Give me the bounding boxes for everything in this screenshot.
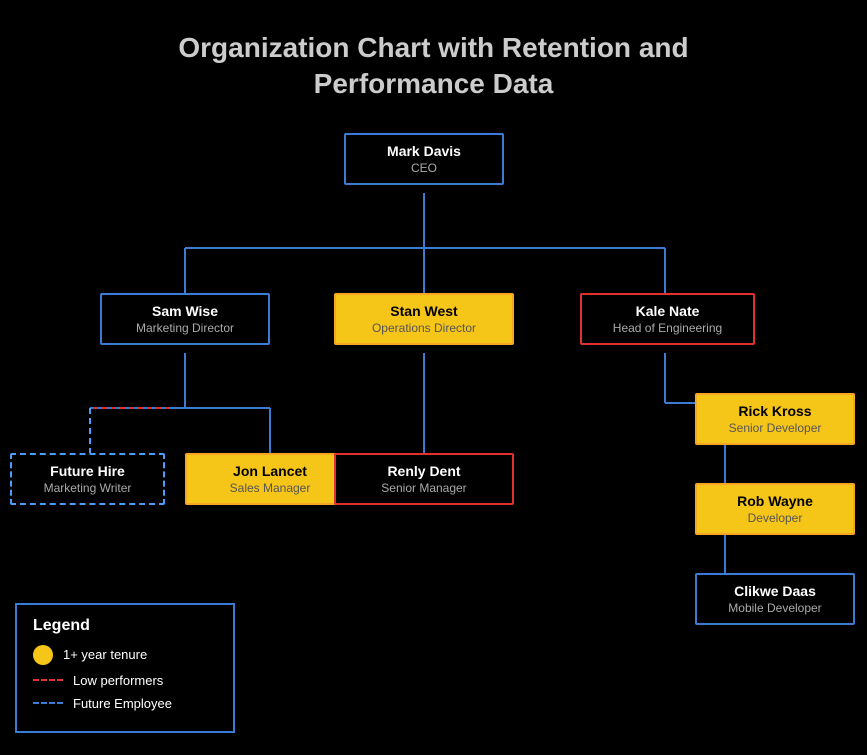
legend-title: Legend (33, 617, 217, 635)
node-sam-wise: Sam Wise Marketing Director (100, 293, 270, 345)
legend: Legend 1+ year tenure Low performers Fut… (15, 603, 235, 733)
legend-dashed-blue-icon (33, 702, 63, 704)
legend-item-future: Future Employee (33, 696, 217, 711)
legend-item-low-performers: Low performers (33, 673, 217, 688)
node-kale-nate: Kale Nate Head of Engineering (580, 293, 755, 345)
node-future-hire: Future Hire Marketing Writer (10, 453, 165, 505)
node-rick-kross: Rick Kross Senior Developer (695, 393, 855, 445)
page-title: Organization Chart with Retention andPer… (0, 0, 867, 103)
node-jon-lancet: Jon Lancet Sales Manager (185, 453, 355, 505)
node-stan-west: Stan West Operations Director (334, 293, 514, 345)
node-clikwe-daas: Clikwe Daas Mobile Developer (695, 573, 855, 625)
legend-circle-icon (33, 645, 53, 665)
node-renly-dent: Renly Dent Senior Manager (334, 453, 514, 505)
node-rob-wayne: Rob Wayne Developer (695, 483, 855, 535)
org-chart: Mark Davis CEO Sam Wise Marketing Direct… (0, 113, 867, 733)
legend-dashed-red-icon (33, 679, 63, 681)
legend-item-tenure: 1+ year tenure (33, 645, 217, 665)
node-mark-davis: Mark Davis CEO (344, 133, 504, 185)
